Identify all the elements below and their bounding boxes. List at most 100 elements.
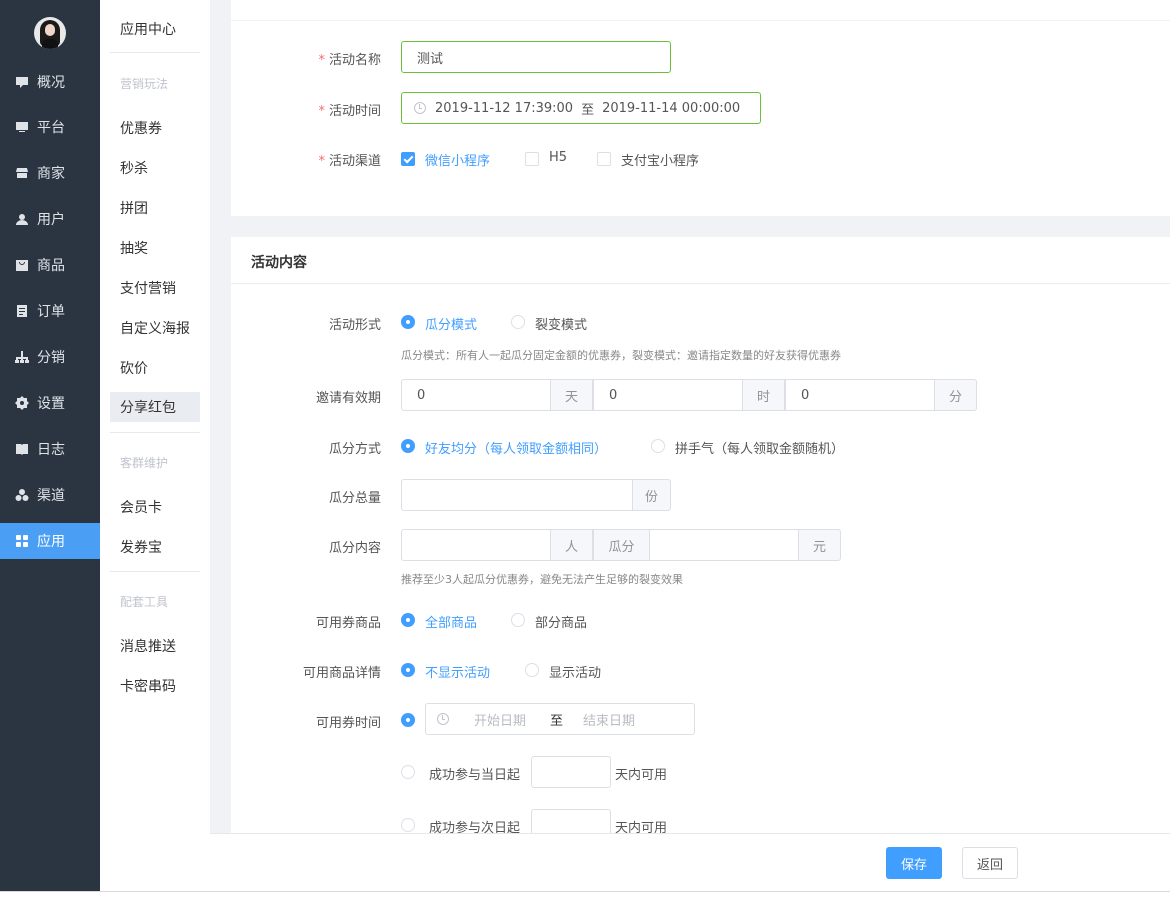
log-icon <box>15 442 29 456</box>
goods-all-label[interactable]: 全部商品 <box>425 612 477 631</box>
coupon-next-day-radio[interactable] <box>401 818 415 832</box>
split-random-label[interactable]: 拼手气（每人领取金额随机） <box>675 438 844 457</box>
split-equal-radio[interactable] <box>401 439 415 453</box>
divider <box>110 432 200 433</box>
split-amount-input[interactable] <box>649 529 799 561</box>
subnav-item-custom-poster[interactable]: 自定义海报 <box>110 313 200 343</box>
time-end-value: 2019-11-14 00:00:00 <box>602 100 741 116</box>
overview-icon <box>15 75 29 89</box>
detail-show-radio[interactable] <box>525 663 539 677</box>
nav-label: 概况 <box>37 75 65 91</box>
validity-minutes-input[interactable]: 0 <box>785 379 935 411</box>
subnav-item-member-card[interactable]: 会员卡 <box>110 492 200 522</box>
channel-alipay-checkbox[interactable] <box>597 152 611 166</box>
divider <box>110 571 200 572</box>
product-icon <box>15 258 29 272</box>
subnav-item-bargain[interactable]: 砍价 <box>110 353 200 383</box>
start-date-placeholder: 开始日期 <box>474 713 527 729</box>
coupon-date-range-input[interactable]: 开始日期 至 结束日期 <box>425 703 695 735</box>
action-footer <box>210 833 1170 891</box>
form-hint: 瓜分模式：所有人一起瓜分固定金额的优惠券，裂变模式：邀请指定数量的好友获得优惠券 <box>401 349 841 362</box>
form-fission-radio[interactable] <box>511 315 525 329</box>
nav-item-platform[interactable]: 平台 <box>0 109 100 145</box>
nav-label: 用户 <box>37 212 65 228</box>
subnav-item-card-codes[interactable]: 卡密串码 <box>110 671 200 701</box>
split-content-hint: 推荐至少3人起瓜分优惠券，避免无法产生足够的裂变效果 <box>401 573 683 586</box>
unit-portion-addon: 份 <box>632 479 671 511</box>
unit-split-addon: 瓜分 <box>593 529 650 561</box>
app-center-subnav: 应用中心 营销玩法 优惠券 秒杀 拼团 抽奖 支付营销 自定义海报 砍价 分享红… <box>100 0 210 891</box>
distribution-icon <box>15 350 29 364</box>
nav-item-user[interactable]: 用户 <box>0 201 100 237</box>
detail-hide-label[interactable]: 不显示活动 <box>425 662 490 681</box>
nav-item-distribution[interactable]: 分销 <box>0 339 100 375</box>
validity-days-input[interactable]: 0 <box>401 379 551 411</box>
activity-name-input[interactable]: 测试 <box>401 41 671 73</box>
end-date-placeholder: 结束日期 <box>583 713 636 729</box>
time-start-value: 2019-11-12 17:39:00 <box>435 100 574 116</box>
subnav-item-share-red-packet[interactable]: 分享红包 <box>110 392 200 422</box>
channel-h5-label[interactable]: H5 <box>549 150 567 165</box>
subnav-item-pay-marketing[interactable]: 支付营销 <box>110 273 200 303</box>
subnav-group-marketing: 营销玩法 <box>120 77 169 91</box>
nav-item-channel[interactable]: 渠道 <box>0 477 100 513</box>
channel-wechat-checkbox[interactable] <box>401 152 415 166</box>
nav-label: 订单 <box>37 304 65 320</box>
settings-icon <box>15 396 29 410</box>
form-fission-label[interactable]: 裂变模式 <box>535 314 587 333</box>
goods-all-radio[interactable] <box>401 613 415 627</box>
validity-hours-input[interactable]: 0 <box>593 379 743 411</box>
form-split-label[interactable]: 瓜分模式 <box>425 314 477 333</box>
split-method-label: 瓜分方式 <box>328 442 381 457</box>
save-button[interactable]: 保存 <box>886 847 942 879</box>
nav-label: 日志 <box>37 442 65 458</box>
nav-item-overview[interactable]: 概况 <box>0 64 100 100</box>
nav-label: 渠道 <box>37 488 65 504</box>
split-equal-label[interactable]: 好友均分（每人领取金额相同） <box>425 438 607 457</box>
clock-icon <box>437 713 449 725</box>
window-bottom-edge <box>0 891 1170 897</box>
coupon-time-range-radio[interactable] <box>401 713 415 727</box>
subnav-item-coupon[interactable]: 优惠券 <box>110 113 200 143</box>
nav-item-apps[interactable]: 应用 <box>0 523 100 559</box>
divider <box>110 52 200 53</box>
channel-wechat-label[interactable]: 微信小程序 <box>425 150 490 169</box>
main-sidebar: 概况 平台 商家 用户 商品 订单 分销 设置 日志 渠道 应用 <box>0 0 100 891</box>
detail-show-label[interactable]: 显示活动 <box>549 662 601 681</box>
activity-name-label: * 活动名称 <box>318 53 381 68</box>
channel-alipay-label[interactable]: 支付宝小程序 <box>621 150 699 169</box>
subnav-item-group-buy[interactable]: 拼团 <box>110 193 200 223</box>
split-random-radio[interactable] <box>651 439 665 453</box>
nav-item-settings[interactable]: 设置 <box>0 385 100 421</box>
nav-item-log[interactable]: 日志 <box>0 431 100 467</box>
invite-validity-label: 邀请有效期 <box>315 391 381 406</box>
goods-partial-radio[interactable] <box>511 613 525 627</box>
subnav-item-message-push[interactable]: 消息推送 <box>110 631 200 661</box>
nav-item-product[interactable]: 商品 <box>0 247 100 283</box>
nav-item-order[interactable]: 订单 <box>0 293 100 329</box>
nav-item-store[interactable]: 商家 <box>0 155 100 191</box>
subnav-item-flash-sale[interactable]: 秒杀 <box>110 153 200 183</box>
split-content-label: 瓜分内容 <box>328 541 381 556</box>
back-button[interactable]: 返回 <box>962 847 1018 879</box>
coupon-same-day-radio[interactable] <box>401 765 415 779</box>
subnav-item-coupon-dispatch[interactable]: 发券宝 <box>110 532 200 562</box>
goods-detail-label: 可用商品详情 <box>302 666 381 681</box>
goods-partial-label[interactable]: 部分商品 <box>535 612 587 631</box>
unit-minute-addon: 分 <box>934 379 977 411</box>
same-day-days-input[interactable] <box>531 756 611 788</box>
store-icon <box>15 166 29 180</box>
split-people-input[interactable] <box>401 529 551 561</box>
divider <box>231 283 1170 284</box>
subnav-item-lottery[interactable]: 抽奖 <box>110 233 200 263</box>
user-avatar[interactable] <box>34 17 66 49</box>
form-split-radio[interactable] <box>401 315 415 329</box>
order-icon <box>15 304 29 318</box>
split-total-input[interactable] <box>401 479 633 511</box>
split-total-label: 瓜分总量 <box>328 491 381 506</box>
activity-form-label: 活动形式 <box>328 318 381 333</box>
channel-h5-checkbox[interactable] <box>525 152 539 166</box>
activity-time-range-input[interactable]: 2019-11-12 17:39:00 至 2019-11-14 00:00:0… <box>401 92 761 124</box>
detail-hide-radio[interactable] <box>401 663 415 677</box>
divider <box>231 20 1170 21</box>
